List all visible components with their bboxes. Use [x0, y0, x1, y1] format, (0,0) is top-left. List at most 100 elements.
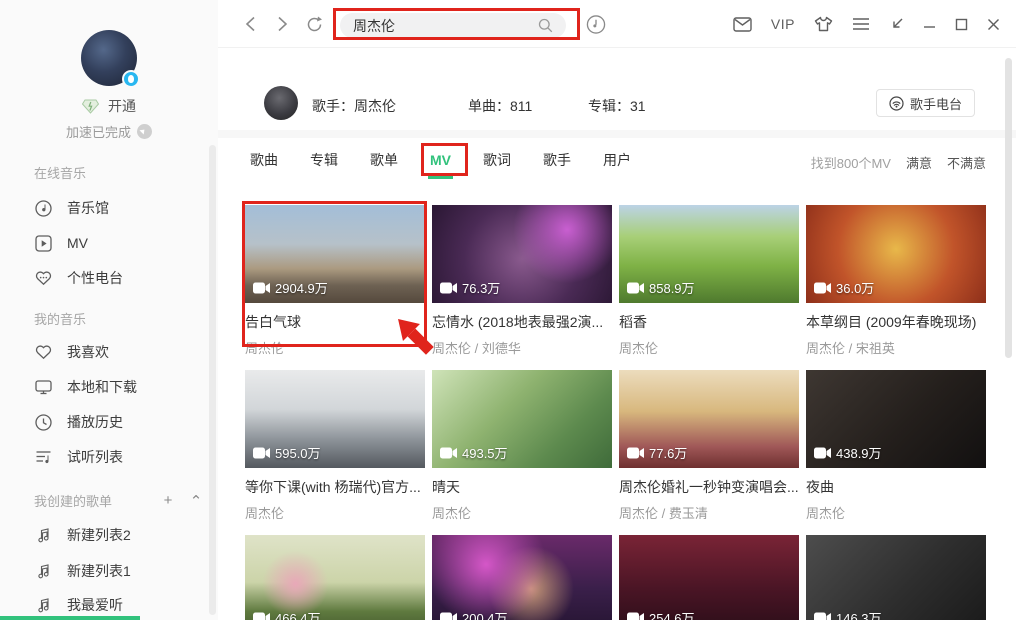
sidebar-scrollbar[interactable]: [209, 145, 216, 615]
minimize-icon[interactable]: [923, 18, 936, 31]
main-scrollbar[interactable]: [1005, 58, 1012, 358]
view-count: 438.9万: [814, 443, 882, 462]
tab-lyrics[interactable]: 歌词: [483, 146, 511, 178]
sidebar-item-play-history[interactable]: 播放历史: [0, 407, 218, 437]
mv-thumbnail[interactable]: 76.3万: [432, 205, 612, 303]
mv-card: 493.5万 晴天 周杰伦: [432, 370, 612, 535]
mv-title[interactable]: 晴天: [432, 477, 612, 497]
tab-songs[interactable]: 歌曲: [250, 146, 278, 178]
tab-albums[interactable]: 专辑: [310, 146, 338, 178]
vip-button[interactable]: VIP: [771, 16, 795, 32]
mini-mode-icon[interactable]: [889, 17, 904, 32]
camera-icon: [440, 612, 457, 620]
mv-thumbnail[interactable]: 36.0万: [806, 205, 986, 303]
mv-title[interactable]: 等你下课(with 杨瑞代)官方...: [245, 477, 425, 497]
view-count: 858.9万: [627, 278, 695, 297]
sidebar-item-mv[interactable]: MV: [0, 228, 218, 258]
mv-title[interactable]: 周杰伦婚礼一秒钟变演唱会...: [619, 477, 799, 497]
tab-mv[interactable]: MV: [430, 146, 451, 178]
mv-artist[interactable]: 周杰伦: [432, 503, 612, 522]
mv-title[interactable]: 忘情水 (2018地表最强2演...: [432, 312, 612, 332]
mv-title[interactable]: 告白气球: [245, 312, 425, 332]
satisfied-button[interactable]: 满意: [906, 153, 932, 172]
camera-icon: [253, 612, 270, 620]
mv-title[interactable]: 夜曲: [806, 477, 986, 497]
back-icon[interactable]: [240, 14, 260, 34]
topbar: VIP: [218, 0, 1016, 48]
mv-thumbnail[interactable]: 2904.9万: [245, 205, 425, 303]
view-count: 493.5万: [440, 443, 508, 462]
playlist-item-new-list-2[interactable]: 新建列表2: [0, 520, 218, 550]
sidebar-item-personal-radio[interactable]: 个性电台: [0, 263, 218, 293]
mv-artist[interactable]: 周杰伦: [619, 338, 799, 357]
artist-radio-button[interactable]: 歌手电台: [876, 89, 975, 117]
mv-icon: [34, 234, 52, 252]
sidebar-item-label: 播放历史: [67, 412, 123, 432]
camera-icon: [627, 282, 644, 294]
mv-thumbnail[interactable]: 438.9万: [806, 370, 986, 468]
artist-avatar: [264, 86, 298, 120]
mv-artist[interactable]: 周杰伦 / 宋祖英: [806, 338, 986, 357]
tab-playlists[interactable]: 歌单: [370, 146, 398, 178]
view-count: 36.0万: [814, 278, 874, 297]
qq-penguin-badge: [122, 70, 140, 88]
message-icon[interactable]: [733, 17, 752, 32]
playlist-item-new-list-1[interactable]: 新建列表1: [0, 556, 218, 586]
mv-artist[interactable]: 周杰伦: [245, 503, 425, 522]
mv-thumbnail[interactable]: 77.6万: [619, 370, 799, 468]
mv-title[interactable]: 本草纲目 (2009年春晚现场): [806, 312, 986, 332]
search-input[interactable]: [340, 18, 538, 34]
theme-skin-icon[interactable]: [814, 16, 833, 32]
view-count: 200.4万: [440, 608, 508, 620]
maximize-icon[interactable]: [955, 18, 968, 31]
sidebar-item-my-likes[interactable]: 我喜欢: [0, 337, 218, 367]
music-recognition-icon[interactable]: [586, 14, 606, 34]
add-playlist-icon[interactable]: +: [160, 492, 176, 510]
album-count-label: 专辑：31: [588, 96, 646, 116]
section-online-music: 在线音乐: [34, 164, 86, 184]
section-my-playlists: 我创建的歌单: [34, 492, 112, 512]
search-icon[interactable]: [538, 18, 566, 33]
mv-thumbnail[interactable]: 595.0万: [245, 370, 425, 468]
collapse-playlists-icon[interactable]: ⌃: [188, 492, 204, 510]
mv-artist[interactable]: 周杰伦: [245, 338, 425, 357]
monitor-icon: [34, 378, 52, 396]
vip-activate-button[interactable]: 开通: [0, 96, 218, 116]
result-count-label: 找到800个MV: [811, 153, 891, 172]
camera-icon: [440, 447, 457, 459]
mv-artist[interactable]: 周杰伦: [806, 503, 986, 522]
user-avatar[interactable]: [81, 30, 137, 86]
mv-title[interactable]: 稻香: [619, 312, 799, 332]
tab-users[interactable]: 用户: [603, 146, 631, 178]
mv-thumbnail[interactable]: 254.6万: [619, 535, 799, 620]
sidebar-item-local-downloads[interactable]: 本地和下载: [0, 372, 218, 402]
music-hall-icon: [34, 199, 52, 217]
heart-icon: [34, 343, 52, 361]
music-note-icon: [34, 562, 52, 580]
sidebar-item-label: 个性电台: [67, 268, 123, 288]
mv-card: 2904.9万 告白气球 周杰伦: [245, 205, 425, 370]
mv-card: 595.0万 等你下课(with 杨瑞代)官方... 周杰伦: [245, 370, 425, 535]
mv-thumbnail[interactable]: 858.9万: [619, 205, 799, 303]
unsatisfied-button[interactable]: 不满意: [947, 153, 986, 172]
menu-icon[interactable]: [852, 17, 870, 31]
mv-thumbnail[interactable]: 146.3万: [806, 535, 986, 620]
mv-thumbnail[interactable]: 200.4万: [432, 535, 612, 620]
section-my-music: 我的音乐: [34, 310, 86, 330]
close-icon[interactable]: [987, 18, 1000, 31]
camera-icon: [814, 447, 831, 459]
mv-artist[interactable]: 周杰伦 / 刘德华: [432, 338, 612, 357]
mv-card: 438.9万 夜曲 周杰伦: [806, 370, 986, 535]
mv-card: 77.6万 周杰伦婚礼一秒钟变演唱会... 周杰伦 / 费玉清: [619, 370, 799, 535]
mv-thumbnail[interactable]: 493.5万: [432, 370, 612, 468]
tab-artists[interactable]: 歌手: [543, 146, 571, 178]
sidebar-item-listen-queue[interactable]: 试听列表: [0, 442, 218, 472]
refresh-icon[interactable]: [304, 14, 324, 34]
mv-thumbnail[interactable]: 466.4万: [245, 535, 425, 620]
sidebar-item-music-hall[interactable]: 音乐馆: [0, 193, 218, 223]
mv-artist[interactable]: 周杰伦 / 费玉清: [619, 503, 799, 522]
camera-icon: [440, 282, 457, 294]
forward-icon[interactable]: [272, 14, 292, 34]
artist-header: 歌手：周杰伦 单曲：811 专辑：31 歌手电台: [218, 75, 1016, 130]
sidebar-item-label: 本地和下载: [67, 377, 137, 397]
